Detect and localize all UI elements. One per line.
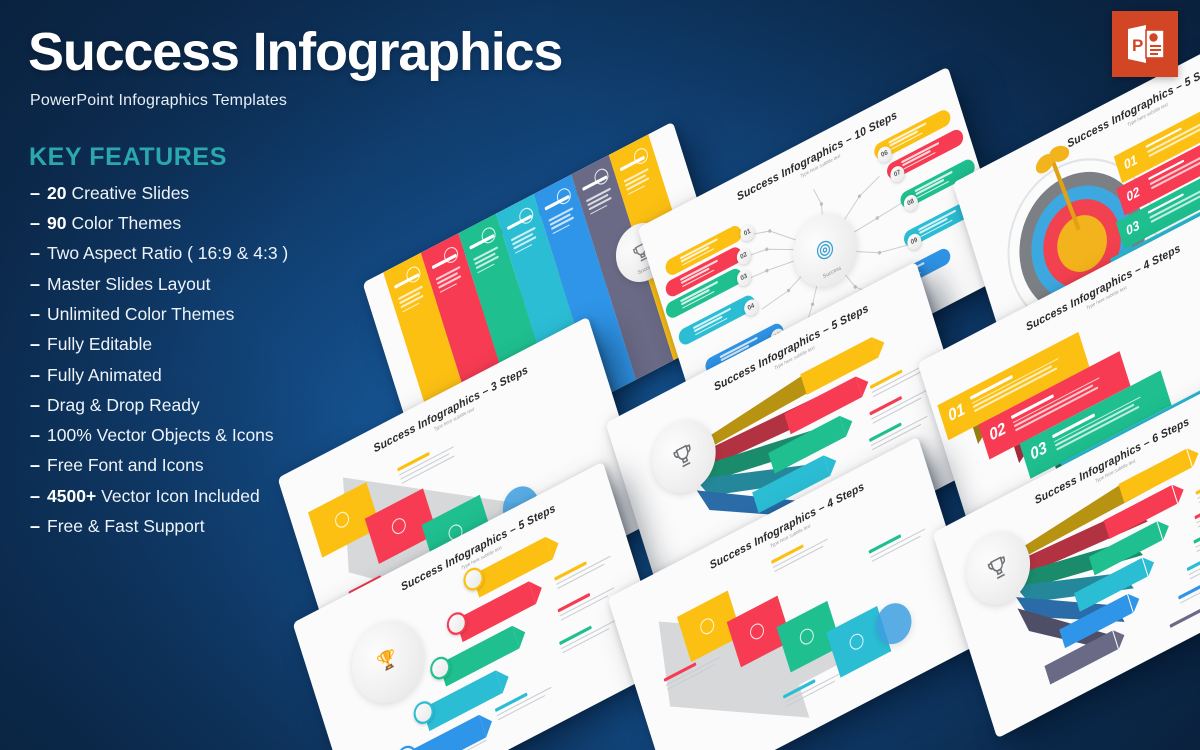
feature-item: –20 Creative Slides [30,178,460,208]
bullet-dash: – [30,213,41,234]
step-number: 01 [945,399,968,426]
feature-item: – Free Font and Icons [30,451,460,481]
features-list: –20 Creative Slides –90 Color Themes – Two As… [30,178,460,541]
feature-item: –4500+ Vector Icon Included [30,481,460,511]
step-number: 01 [1121,151,1140,173]
powerpoint-icon: P [1112,11,1178,77]
feature-highlight: 20 [47,182,67,203]
bullet-dash: – [30,455,41,476]
step-number: 03 [1124,217,1142,239]
feature-label: Free Font and Icons [47,455,204,476]
feature-label: Color Themes [71,213,182,234]
feature-item: – Drag & Drop Ready [30,390,460,420]
svg-text:P: P [1132,36,1143,55]
feature-item: – Master Slides Layout [30,269,460,299]
feature-item: – Free & Fast Support [30,511,460,541]
trophy-icon [673,444,691,468]
feature-label: Free & Fast Support [47,515,205,536]
feature-label: Drag & Drop Ready [47,394,200,415]
page-subtitle: PowerPoint Infographics Templates [30,92,288,109]
feature-label: Fully Editable [47,334,153,355]
step-icon [698,615,717,637]
key-features-heading: KEY FEATURES [29,143,227,171]
trophy-icon [987,555,1006,580]
bullet-dash: – [30,243,41,264]
step-icon [847,631,866,653]
powerpoint-glyph: P [1128,25,1165,63]
bullet-dash: – [30,334,41,355]
bullet-dash: – [30,515,41,536]
bullet-dash: – [30,182,41,203]
bullet-dash: – [30,364,41,385]
feature-item: – Unlimited Color Themes [30,299,460,329]
bullet-dash: – [30,425,41,446]
step-number: 02 [986,419,1009,445]
feature-highlight: 4500+ [47,485,97,506]
page-title: Success Infographics [28,22,563,82]
feature-highlight: 90 [47,213,67,234]
feature-item: – Fully Animated [30,360,460,390]
feature-item: –100% Vector Objects & Icons [30,420,460,450]
bullet-dash: – [30,304,41,325]
target-icon [816,240,834,260]
feature-label: Unlimited Color Themes [47,304,235,325]
feature-label: Master Slides Layout [47,273,211,294]
feature-label: Fully Animated [47,364,162,385]
step-icon [748,620,766,643]
bullet-dash: – [30,273,41,294]
feature-label: Creative Slides [71,182,190,203]
feature-item: – Fully Editable [30,329,460,359]
feature-label: 100% Vector Objects & Icons [47,425,274,446]
step-number: 03 [1028,438,1050,465]
step-number: 02 [1124,183,1142,205]
feature-item: – Two Aspect Ratio ( 16:9 & 4:3 ) [30,239,460,269]
bullet-dash: – [30,485,41,506]
bullet-dash: – [30,394,41,415]
step-icon [797,625,816,648]
feature-item: –90 Color Themes [30,208,460,238]
hub-label: Success [822,264,842,281]
info-panel: Success Infographics PowerPoint Infograp… [0,0,640,750]
feature-label: Vector Icon Included [101,485,260,506]
feature-label: Two Aspect Ratio ( 16:9 & 4:3 ) [47,243,289,264]
